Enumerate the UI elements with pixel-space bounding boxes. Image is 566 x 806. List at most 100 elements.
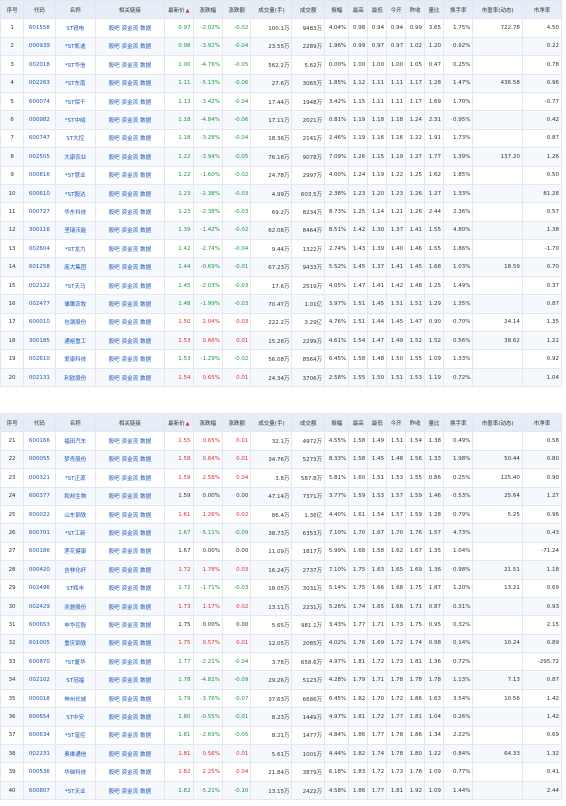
data-link[interactable]: 数据: [140, 733, 151, 739]
fund-flow-link[interactable]: 资金流: [122, 568, 139, 574]
table-row[interactable]: 31 600653 申华控股 股吧 资金流 数据 1.75 0.00% 0.00 5.65万 981…: [0, 615, 563, 635]
cell-code[interactable]: 600653: [23, 615, 56, 635]
fund-flow-link[interactable]: 资金流: [122, 697, 139, 703]
fund-flow-link[interactable]: 资金流: [122, 715, 139, 721]
cell-code[interactable]: 000420: [23, 560, 56, 580]
data-link[interactable]: 数据: [140, 26, 151, 32]
cell-code[interactable]: 002604: [23, 239, 56, 259]
guba-link[interactable]: 股吧: [109, 678, 120, 684]
guba-link[interactable]: 股吧: [109, 733, 120, 739]
cell-name[interactable]: 华东科技: [54, 202, 96, 222]
cell-name[interactable]: 山东钢铁: [54, 504, 96, 525]
cell-name[interactable]: *ST龙力: [54, 239, 96, 259]
fund-flow-link[interactable]: 资金流: [122, 26, 139, 32]
cell-code[interactable]: 600634: [23, 725, 56, 746]
data-link[interactable]: 数据: [140, 357, 151, 363]
table-row[interactable]: 3 002018 *ST华信 股吧 资金流 数据 1.00 -4.76% -0.05 562.2万…: [0, 55, 563, 75]
table-row[interactable]: 30 002429 兆驰股份 股吧 资金流 数据 1.73 1.17% 0.02 13.11万 22…: [0, 596, 563, 617]
cell-code[interactable]: 002496: [23, 578, 56, 598]
header-open[interactable]: 今开: [386, 0, 407, 20]
cell-name[interactable]: 庞大集团: [54, 257, 96, 277]
guba-link[interactable]: 股吧: [109, 247, 120, 253]
table-row[interactable]: 40 600807 *ST天业 股吧 资金流 数据 1.82 -5.21% -0.10 13.15…: [0, 780, 563, 801]
header-index[interactable]: 序号: [0, 0, 25, 20]
cell-name[interactable]: 大康农业: [54, 147, 96, 167]
header-low[interactable]: 最低: [367, 0, 388, 20]
cell-name[interactable]: 莲花健康: [54, 541, 96, 562]
guba-link[interactable]: 股吧: [109, 192, 120, 198]
cell-name[interactable]: *ST厦华: [54, 652, 96, 672]
fund-flow-link[interactable]: 资金流: [122, 210, 139, 216]
header-pe-ratio[interactable]: 市盈率(动态): [472, 412, 523, 433]
data-link[interactable]: 数据: [140, 320, 151, 326]
data-link[interactable]: 数据: [140, 457, 151, 463]
cell-code[interactable]: 600610: [23, 183, 56, 204]
fund-flow-link[interactable]: 资金流: [122, 265, 139, 271]
data-link[interactable]: 数据: [140, 531, 151, 537]
guba-link[interactable]: 股吧: [109, 494, 120, 500]
cell-code[interactable]: 600022: [23, 504, 56, 525]
data-link[interactable]: 数据: [140, 476, 151, 482]
fund-flow-link[interactable]: 资金流: [122, 357, 139, 363]
header-volume-ratio[interactable]: 量比: [424, 412, 444, 433]
fund-flow-link[interactable]: 资金流: [122, 339, 139, 345]
guba-link[interactable]: 股吧: [109, 715, 120, 721]
cell-code[interactable]: 601005: [23, 633, 56, 654]
guba-link[interactable]: 股吧: [109, 173, 120, 179]
cell-name[interactable]: 和邦生物: [54, 486, 96, 506]
fund-flow-link[interactable]: 资金流: [122, 118, 139, 124]
cell-name[interactable]: *ST工新: [54, 523, 96, 543]
guba-link[interactable]: 股吧: [109, 660, 120, 666]
guba-link[interactable]: 股吧: [109, 357, 120, 363]
table-row[interactable]: 24 600377 和邦生物 股吧 资金流 数据 1.59 0.00% 0.00 47.14万 73…: [0, 486, 563, 506]
header-code[interactable]: 代码: [23, 0, 56, 20]
table-row[interactable]: 22 000055 梦舟股份 股吧 资金流 数据 1.58 0.64% 0.01 34.76万 52…: [0, 449, 563, 470]
cell-code[interactable]: 000939: [23, 36, 56, 57]
data-link[interactable]: 数据: [140, 100, 151, 106]
fund-flow-link[interactable]: 资金流: [122, 549, 139, 555]
fund-flow-link[interactable]: 资金流: [122, 457, 139, 463]
data-link[interactable]: 数据: [140, 302, 151, 308]
table-row[interactable]: 9 000816 *ST慧业 股吧 资金流 数据 1.22 -1.60% -0.02 24.78万…: [0, 165, 563, 185]
table-row[interactable]: 11 000727 华东科技 股吧 资金流 数据 1.23 -2.38% -0.03 69.2万 8…: [0, 202, 563, 222]
header-high[interactable]: 最高: [348, 412, 369, 433]
cell-name[interactable]: *ST中绒: [54, 110, 96, 130]
sort-asc-icon[interactable]: ▲: [186, 8, 190, 14]
fund-flow-link[interactable]: 资金流: [122, 376, 139, 382]
header-amplitude[interactable]: 振幅: [324, 412, 350, 433]
header-change-amt[interactable]: 涨跌额: [222, 412, 252, 433]
cell-name[interactable]: ST大控: [54, 128, 96, 149]
header-price[interactable]: 最新价▲: [164, 412, 194, 433]
cell-name[interactable]: 包钢股份: [54, 312, 96, 333]
header-name[interactable]: 名称: [54, 412, 96, 433]
guba-link[interactable]: 股吧: [109, 752, 120, 758]
cell-name[interactable]: 爱康科技: [54, 349, 96, 369]
guba-link[interactable]: 股吧: [109, 513, 120, 519]
cell-name[interactable]: *ST正源: [54, 468, 96, 488]
guba-link[interactable]: 股吧: [109, 770, 120, 776]
header-turnover[interactable]: 成交额: [291, 0, 326, 20]
cell-code[interactable]: 002122: [23, 275, 56, 296]
guba-link[interactable]: 股吧: [109, 210, 120, 216]
header-change-pct[interactable]: 涨跌幅: [192, 412, 224, 433]
data-link[interactable]: 数据: [140, 339, 151, 345]
table-row[interactable]: 5 600074 *ST保千 股吧 资金流 数据 1.13 -3.42% -0.04 17.44万…: [0, 91, 563, 112]
table-row[interactable]: 15 002122 *ST天马 股吧 资金流 数据 1.45 -2.03% -0.03 17.6万…: [0, 275, 563, 296]
guba-link[interactable]: 股吧: [109, 118, 120, 124]
table-row[interactable]: 26 600701 *ST工新 股吧 资金流 数据 1.67 -5.11% -0.09 38.73…: [0, 523, 563, 543]
cell-name[interactable]: 坚瑞沃能: [54, 220, 96, 241]
data-link[interactable]: 数据: [140, 678, 151, 684]
cell-code[interactable]: 002477: [23, 294, 56, 314]
table-row[interactable]: 8 002505 大康农业 股吧 资金流 数据 1.22 -3.94% -0.05 76.18万 9…: [0, 147, 563, 167]
table-row[interactable]: 12 300116 坚瑞沃能 股吧 资金流 数据 1.39 -1.42% -0.02 62.08万…: [0, 220, 563, 241]
table-row[interactable]: 29 002496 ST辉丰 股吧 资金流 数据 1.72 -1.71% -0.03 18.05万…: [0, 578, 563, 598]
data-link[interactable]: 数据: [140, 494, 151, 500]
cell-code[interactable]: 000982: [23, 110, 56, 130]
cell-code[interactable]: 000321: [23, 468, 56, 488]
cell-code[interactable]: 002429: [23, 596, 56, 617]
table-row[interactable]: 28 000420 吉林化纤 股吧 资金流 数据 1.72 1.78% 0.03 16.24万 27…: [0, 560, 563, 580]
table-row[interactable]: 1 601558 ST锐电 股吧 资金流 数据 0.97 -2.02% -0.02 100.1万 9…: [0, 18, 563, 38]
cell-name[interactable]: ST锐电: [54, 18, 96, 38]
fund-flow-link[interactable]: 资金流: [122, 228, 139, 234]
header-price[interactable]: 最新价▲: [164, 0, 194, 20]
